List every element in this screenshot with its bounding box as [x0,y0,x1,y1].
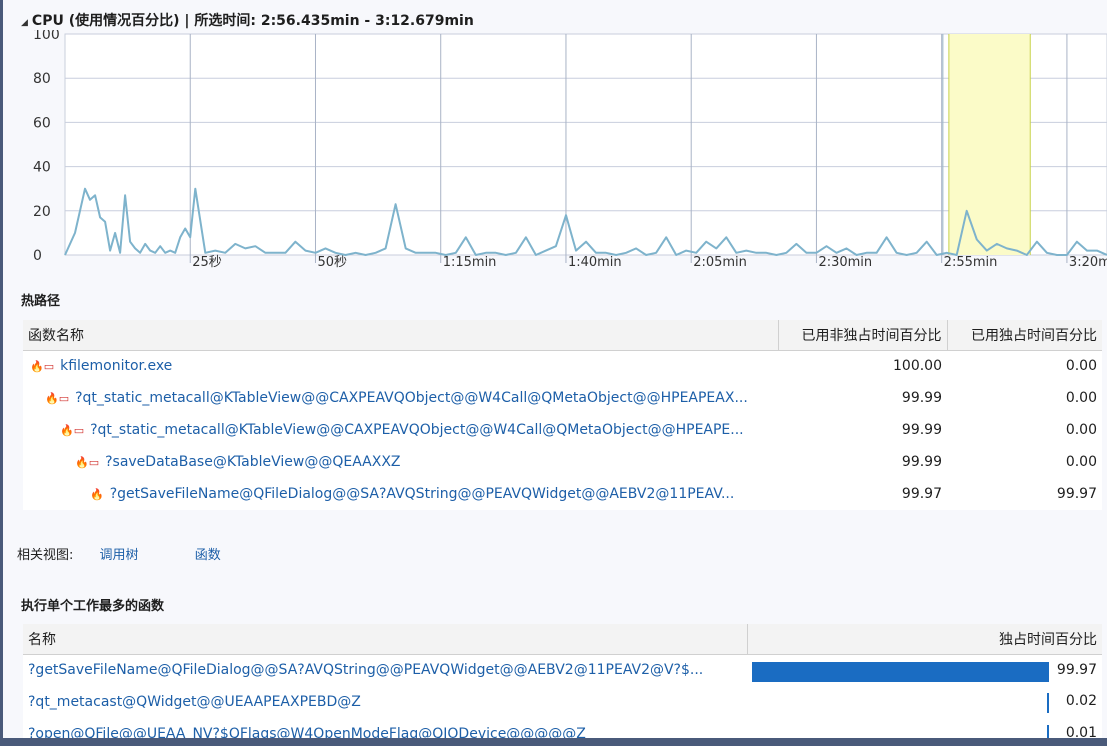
hotpath-table: 函数名称 已用非独占时间百分比 已用独占时间百分比 🔥▭ kfilemonitor… [23,320,1102,510]
hotpath-row[interactable]: 🔥▭ ?saveDataBase@KTableView@@QEAAXXZ 99.9… [23,446,1102,478]
y-tick-label: 100 [33,30,60,43]
hot-path-arrow-icon: 🔥▭ [45,391,70,405]
exclusive-value: 0.00 [1065,422,1097,438]
hot-path-arrow-icon: 🔥▭ [75,455,100,469]
inclusive-value: 99.99 [901,422,942,438]
inclusive-value: 99.99 [901,390,942,406]
column-header-function-name[interactable]: 函数名称 [23,320,779,351]
exclusive-bar [1047,693,1049,713]
top-functions-table: 名称 独占时间百分比 ?getSaveFileName@QFileDialog@… [23,624,1102,746]
top-function-row[interactable]: ?qt_metacast@QWidget@@UEAAPEAXPEBD@Z 0.0… [23,686,1102,718]
hot-path-arrow-icon: 🔥▭ [60,423,85,437]
x-tick-label: 2:30min [818,255,872,270]
x-tick-label: 1:40min [568,255,622,270]
hotpath-title: 热路径 [21,294,61,309]
top-function-row[interactable]: ?getSaveFileName@QFileDialog@@SA?AVQStri… [23,654,1102,686]
y-tick-label: 80 [33,71,51,87]
top-functions-header-row: 名称 独占时间百分比 [23,624,1102,655]
exclusive-value: 99.97 [1056,486,1097,502]
inclusive-value: 100.00 [893,358,942,375]
x-tick-label: 2:55min [944,255,998,270]
inclusive-value: 99.99 [901,454,942,470]
bottom-border [3,738,1107,746]
chart-title[interactable]: ◢ CPU (使用情况百分比) | 所选时间: 2:56.435min - 3:1… [21,10,474,30]
top-functions-title: 执行单个工作最多的函数 [21,599,165,614]
x-tick-label: 25秒 [192,255,222,270]
cpu-usage-pane: ◢ CPU (使用情况百分比) | 所选时间: 2:56.435min - 3:1… [0,0,1107,746]
column-header-exclusive-percent[interactable]: 独占时间百分比 [747,624,1102,655]
call-tree-link[interactable]: 调用树 [100,548,139,563]
exclusive-value: 0.00 [1065,390,1097,406]
functions-link[interactable]: 函数 [195,548,221,563]
function-link[interactable]: ?getSaveFileName@QFileDialog@@SA?AVQStri… [110,486,735,502]
hotpath-row[interactable]: 🔥▭ ?qt_static_metacall@KTableView@@CAXPEA… [23,414,1102,446]
x-tick-label: 3:20min [1069,255,1107,270]
exclusive-value: 0.00 [1065,358,1097,375]
related-views: 相关视图: 调用树 函数 [17,544,243,563]
hotpath-row[interactable]: 🔥 ?getSaveFileName@QFileDialog@@SA?AVQStr… [23,478,1102,510]
function-link[interactable]: ?getSaveFileName@QFileDialog@@SA?AVQStri… [28,662,703,678]
hotpath-row[interactable]: 🔥▭ kfilemonitor.exe 100.00 0.00 [23,350,1102,382]
function-link[interactable]: ?qt_static_metacall@KTableView@@CAXPEAVQ… [75,390,748,406]
exclusive-value: 0.00 [1065,454,1097,470]
function-link[interactable]: ?qt_static_metacall@KTableView@@CAXPEAVQ… [90,422,744,438]
column-header-name[interactable]: 名称 [23,624,748,655]
hotpath-row[interactable]: 🔥▭ ?qt_static_metacall@KTableView@@CAXPEA… [23,382,1102,414]
selection-region [948,34,1031,255]
y-tick-label: 20 [33,204,51,220]
function-link[interactable]: ?saveDataBase@KTableView@@QEAAXXZ [105,454,400,470]
hot-flame-icon: 🔥 [90,487,104,501]
collapse-triangle-icon[interactable]: ◢ [21,18,28,28]
function-link[interactable]: kfilemonitor.exe [60,358,172,374]
related-views-label: 相关视图: [17,548,74,563]
cpu-usage-chart[interactable]: 25秒 50秒 1:15min 1:40min 2:05min 2:30min 2:55mi… [3,30,1107,270]
column-header-exclusive[interactable]: 已用独占时间百分比 [947,320,1102,351]
hot-path-arrow-icon: 🔥▭ [30,359,55,373]
x-tick-label: 2:05min [693,255,747,270]
exclusive-value: 99.97 [1056,661,1097,678]
exclusive-bar [752,661,1049,682]
inclusive-value: 99.97 [901,486,942,502]
column-header-inclusive[interactable]: 已用非独占时间百分比 [778,320,948,351]
y-tick-label: 0 [33,248,42,264]
exclusive-value: 0.02 [1065,693,1097,709]
y-tick-label: 40 [33,160,51,176]
x-tick-label: 50秒 [317,255,347,270]
x-tick-label: 1:15min [443,255,497,270]
hotpath-header-row: 函数名称 已用非独占时间百分比 已用独占时间百分比 [23,320,1102,351]
function-link[interactable]: ?qt_metacast@QWidget@@UEAAPEAXPEBD@Z [28,694,361,710]
y-tick-label: 60 [33,115,51,131]
